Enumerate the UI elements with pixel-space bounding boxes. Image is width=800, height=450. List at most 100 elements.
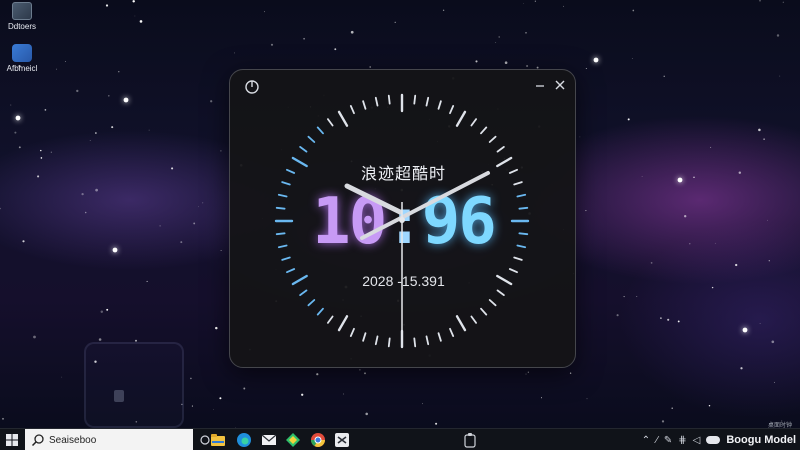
star xyxy=(171,167,174,170)
file-explorer-button[interactable] xyxy=(210,432,226,448)
volume-icon[interactable]: ◁ xyxy=(693,435,701,446)
minute-tick xyxy=(449,105,455,115)
minute-tick xyxy=(387,337,391,348)
search-placeholder: Seaiseboo xyxy=(49,434,97,446)
star xyxy=(198,206,199,208)
minute-tick xyxy=(387,94,391,105)
minute-tick xyxy=(508,268,519,274)
minute-tick xyxy=(286,268,296,274)
star xyxy=(108,95,110,97)
store-button[interactable] xyxy=(285,432,301,448)
star xyxy=(146,280,148,282)
power-button[interactable] xyxy=(243,78,261,96)
star xyxy=(631,58,633,59)
power-icon xyxy=(245,80,259,94)
digital-time: 10:96 xyxy=(230,182,577,262)
app-button[interactable] xyxy=(334,432,350,448)
hour-tick xyxy=(337,110,349,127)
star xyxy=(663,75,665,77)
star xyxy=(525,31,527,34)
desktop-icon-app[interactable]: Ddtoers xyxy=(2,2,42,31)
clock-title: 浪迹超酷时 xyxy=(360,164,446,183)
edge-button[interactable] xyxy=(236,432,252,448)
star xyxy=(14,131,17,134)
tray-app-label[interactable]: Boogu Model xyxy=(726,434,796,446)
minute-tick xyxy=(374,335,379,346)
taskbar-search-box[interactable]: Seaiseboo xyxy=(25,429,193,450)
bright-star xyxy=(112,247,118,253)
star xyxy=(773,381,776,383)
star xyxy=(95,132,97,134)
minute-tick xyxy=(470,118,478,127)
star xyxy=(767,219,768,221)
star xyxy=(50,151,52,153)
star xyxy=(758,128,761,132)
toggle-switch[interactable] xyxy=(706,436,721,444)
close-button[interactable] xyxy=(551,76,571,96)
star xyxy=(586,398,588,400)
minute-tick xyxy=(316,126,324,135)
clipboard-button[interactable] xyxy=(462,432,478,448)
clock-date: 2028 -15.391 xyxy=(362,273,445,289)
edit-icon[interactable]: ✎ xyxy=(664,435,672,446)
star xyxy=(191,405,193,407)
star xyxy=(708,404,711,407)
start-button[interactable] xyxy=(4,432,20,448)
star xyxy=(22,240,25,243)
star xyxy=(220,250,222,252)
star xyxy=(495,42,497,43)
minute-tick xyxy=(349,327,355,338)
star xyxy=(233,52,235,54)
star xyxy=(118,71,120,73)
minute-tick xyxy=(327,315,334,324)
network-icon[interactable]: ⋕ xyxy=(678,435,686,446)
background-device-silhouette xyxy=(84,342,184,428)
star xyxy=(148,129,150,131)
star xyxy=(106,308,109,311)
minimize-button[interactable] xyxy=(531,76,551,96)
minute-tick xyxy=(307,135,316,143)
star xyxy=(660,317,662,319)
star xyxy=(710,146,712,148)
pen-icon[interactable]: ∕ xyxy=(656,435,658,446)
star xyxy=(64,61,66,63)
star xyxy=(89,139,91,141)
star xyxy=(579,136,581,138)
star xyxy=(210,100,213,103)
chevron-up-icon[interactable]: ⌃ xyxy=(642,435,650,446)
star xyxy=(193,222,196,225)
tray-tiny-text: 桌面时钟 xyxy=(767,423,792,429)
minute-tick xyxy=(437,332,442,342)
star xyxy=(714,242,716,244)
star xyxy=(693,176,695,179)
star xyxy=(40,149,42,152)
star xyxy=(0,207,1,210)
mail-button[interactable] xyxy=(261,432,277,448)
minute-tick xyxy=(362,100,367,110)
star xyxy=(768,260,770,262)
desktop-icon-label: Afbmeicl xyxy=(6,64,38,73)
store-icon xyxy=(286,433,300,447)
star xyxy=(585,210,587,212)
clock-widget-window[interactable]: 浪迹超酷时 10:96 2028 -15.391 xyxy=(229,69,576,368)
desktop-icon-network-app[interactable]: Afbmeicl xyxy=(2,44,42,73)
digital-hours: 10 xyxy=(312,185,387,259)
star xyxy=(37,175,40,178)
star xyxy=(661,420,665,423)
star xyxy=(111,126,114,129)
star xyxy=(100,310,104,314)
star xyxy=(650,262,653,264)
star xyxy=(264,11,265,13)
chrome-button[interactable] xyxy=(310,432,326,448)
star xyxy=(215,326,218,330)
star xyxy=(56,68,57,70)
bright-star xyxy=(123,97,129,103)
star xyxy=(98,338,102,341)
digital-separator: : xyxy=(385,185,424,259)
star xyxy=(202,202,204,204)
minute-tick xyxy=(480,126,488,135)
star xyxy=(10,104,12,106)
star xyxy=(740,367,743,370)
system-tray: ⌃ ∕ ✎ ⋕ ◁ Boogu Model 桌面时钟 xyxy=(642,423,796,450)
star xyxy=(213,409,214,410)
